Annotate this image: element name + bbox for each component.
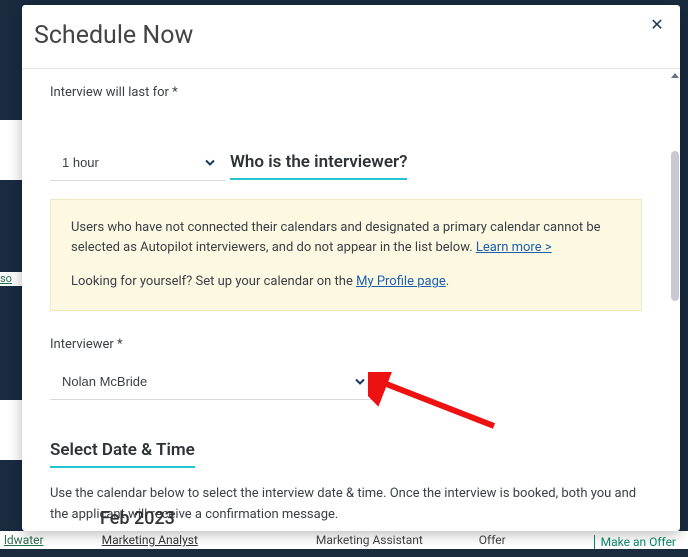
backdrop-role: Marketing Assistant	[312, 533, 427, 547]
duration-select[interactable]: 1 hour	[50, 145, 226, 181]
duration-select-wrap: 1 hour	[50, 145, 226, 181]
my-profile-link[interactable]: My Profile page	[356, 274, 446, 289]
modal-scroll-area[interactable]: Interview will last for * 1 hour Who is …	[22, 69, 680, 531]
backdrop-stage: Offer	[475, 533, 510, 547]
calendar-month-peek: Feb 2023	[100, 508, 175, 529]
learn-more-link[interactable]: Learn more >	[476, 240, 552, 255]
backdrop-left-link: so	[0, 272, 22, 286]
close-button[interactable]: ✕	[646, 15, 668, 37]
backdrop-table-row: ldwater Marketing Analyst Marketing Assi…	[0, 531, 688, 549]
datetime-section-heading: Select Date & Time	[50, 440, 195, 468]
interviewer-select[interactable]: Nolan McBride	[50, 364, 376, 400]
schedule-now-modal: Schedule Now ✕ Interview will last for *…	[22, 5, 680, 531]
modal-title: Schedule Now	[34, 21, 656, 50]
info-text-2b: .	[446, 274, 449, 289]
interviewer-section-heading: Who is the interviewer?	[230, 152, 408, 180]
interviewer-label: Interviewer *	[50, 337, 642, 352]
close-icon: ✕	[650, 17, 663, 34]
duration-label: Interview will last for *	[50, 85, 642, 100]
scrollbar-thumb[interactable]	[671, 151, 679, 301]
modal-header: Schedule Now ✕	[22, 5, 680, 69]
backdrop-name-link[interactable]: ldwater	[0, 533, 48, 547]
scrollbar-track[interactable]	[670, 73, 680, 531]
interviewer-info-panel: Users who have not connected their calen…	[50, 199, 642, 311]
scroll-up-icon[interactable]	[671, 73, 679, 78]
interviewer-select-wrap: Nolan McBride	[50, 364, 376, 400]
make-offer-button[interactable]: Make an Offer	[594, 535, 676, 549]
info-text-2a: Looking for yourself? Set up your calend…	[71, 274, 356, 289]
backdrop-job-link[interactable]: Marketing Analyst	[98, 533, 202, 547]
